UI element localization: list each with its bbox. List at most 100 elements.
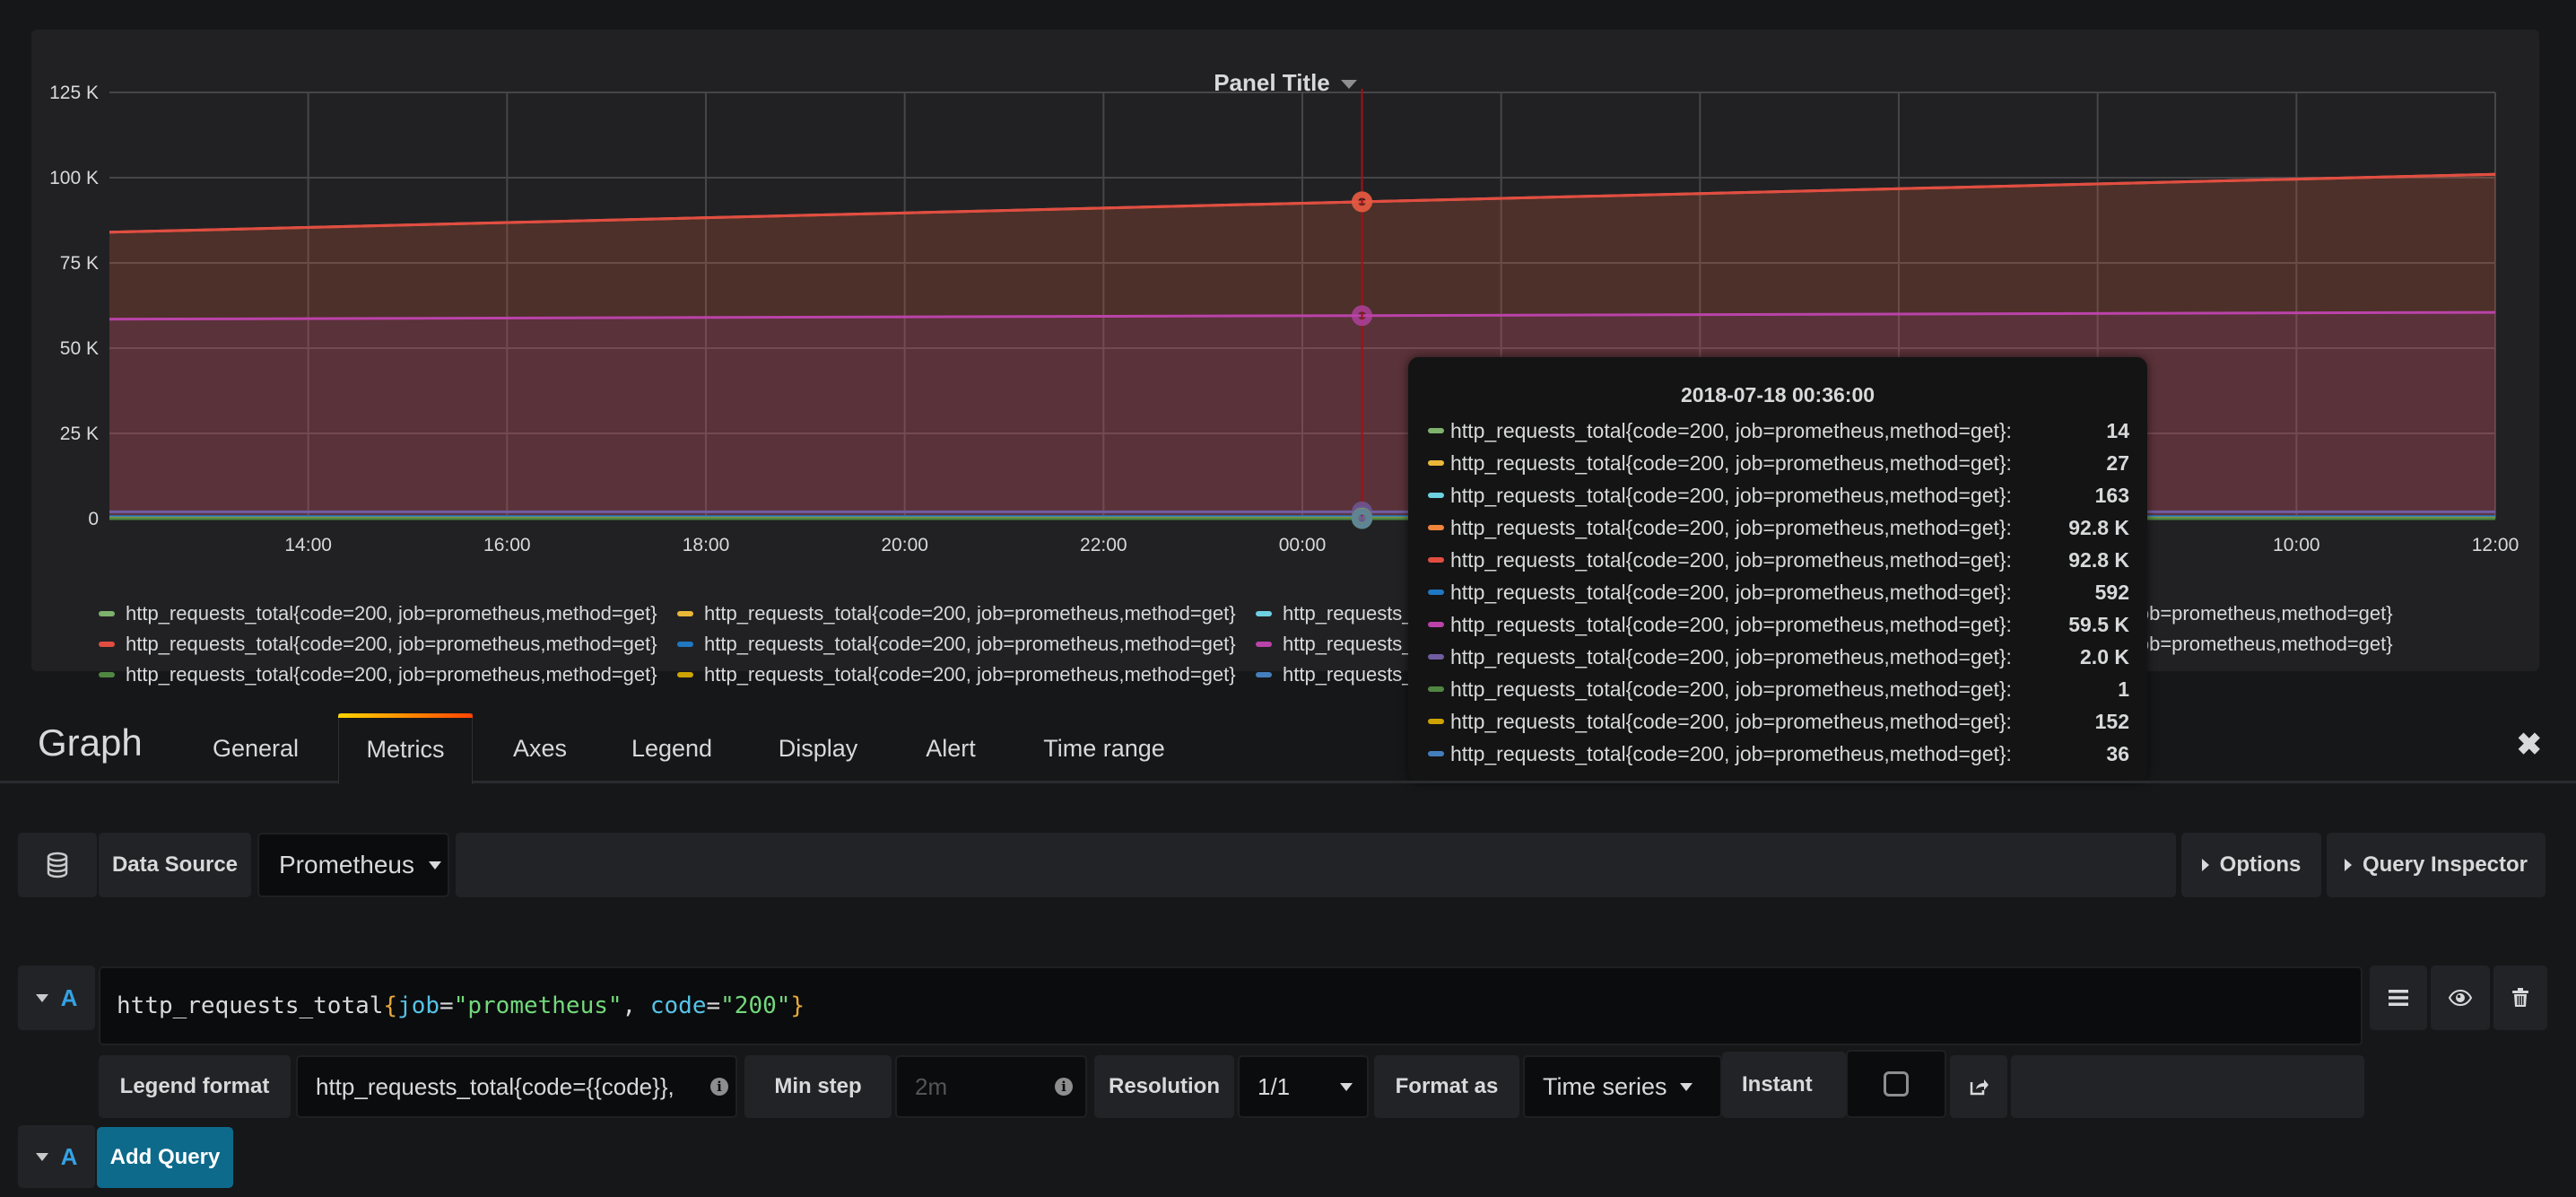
info-icon[interactable]: i: [1055, 1078, 1073, 1096]
datasource-label: Data Source: [99, 833, 251, 897]
query-collapse-toggle[interactable]: A: [18, 965, 95, 1030]
tooltip-row: http_requests_total{code=200, job=promet…: [1408, 479, 2147, 511]
tooltip-row: http_requests_total{code=200, job=promet…: [1408, 511, 2147, 544]
menu-icon[interactable]: [2370, 965, 2427, 1030]
tab-legend[interactable]: Legend: [626, 731, 718, 781]
format-as-value: Time series: [1543, 1072, 1667, 1100]
resolution-value: 1/1: [1258, 1072, 1291, 1100]
legend-label[interactable]: http_requests_total{code=200, job=promet…: [126, 663, 657, 686]
format-as-select[interactable]: Time series: [1523, 1055, 1722, 1118]
series-color-swatch[interactable]: [99, 672, 115, 677]
tooltip-series-value: 592: [2094, 580, 2129, 604]
graph-panel: Panel Title 0 25 K 50 K 75 K 100 K 125 K 14:00…: [31, 30, 2539, 686]
y-tick-label: 25 K: [60, 424, 99, 444]
y-tick-label: 50 K: [60, 338, 99, 359]
query-ref-id: A: [60, 983, 78, 1011]
chevron-down-icon: [428, 861, 441, 869]
legend-label[interactable]: http_requests_total{code=200, job=promet…: [704, 602, 1236, 625]
legend-item[interactable]: http_requests_total{code=200, job=promet…: [99, 598, 677, 629]
legend-item[interactable]: http_requests_total{code=200, job=promet…: [677, 629, 1256, 660]
y-tick-label: 100 K: [49, 168, 99, 188]
datasource-spacer: [456, 833, 2176, 897]
checkbox-icon[interactable]: [1884, 1071, 1909, 1097]
tab-time-range[interactable]: Time range: [1040, 731, 1168, 781]
series-color-swatch[interactable]: [99, 611, 115, 616]
tooltip-series-label: http_requests_total{code=200, job=promet…: [1450, 580, 2012, 604]
series-color-swatch: [1428, 622, 1444, 627]
series-color-swatch[interactable]: [677, 611, 693, 616]
tab-display[interactable]: Display: [773, 731, 863, 781]
legend-format-input[interactable]: http_requests_total{code={{code}}, i: [296, 1055, 737, 1118]
trash-icon[interactable]: [2493, 965, 2547, 1030]
legend-label[interactable]: http_requests_total{code=200, job=promet…: [704, 633, 1236, 656]
x-tick-label: 00:00: [1279, 535, 1327, 555]
series-color-swatch[interactable]: [1256, 611, 1272, 616]
x-tick-label: 12:00: [2472, 535, 2519, 555]
datasource-select[interactable]: Prometheus: [257, 833, 449, 897]
tooltip-row: http_requests_total{code=200, job=promet…: [1408, 673, 2147, 705]
series-color-swatch: [1428, 460, 1444, 466]
tooltip-row: http_requests_total{code=200, job=promet…: [1408, 447, 2147, 479]
legend-label[interactable]: http_requests_total{code=200, job=promet…: [126, 602, 657, 625]
options-toggle[interactable]: Options: [2181, 833, 2321, 897]
eye-icon[interactable]: [2431, 965, 2490, 1030]
tooltip-series-value: 92.8 K: [2068, 547, 2129, 572]
series-color-swatch[interactable]: [677, 672, 693, 677]
legend-item[interactable]: http_requests_total{code=200, job=promet…: [677, 660, 1256, 690]
tooltip-series-value: 1: [2118, 677, 2129, 701]
y-tick-label: 125 K: [49, 83, 99, 103]
query-input[interactable]: http_requests_total{job="prometheus", co…: [99, 966, 2363, 1045]
query-expression[interactable]: http_requests_total{job="prometheus", co…: [117, 992, 805, 1019]
add-query-button[interactable]: Add Query: [97, 1127, 233, 1188]
tab-metrics[interactable]: Metrics: [338, 713, 473, 784]
tooltip-series-label: http_requests_total{code=200, job=promet…: [1450, 418, 2012, 442]
chart-legend: http_requests_total{code=200, job=promet…: [99, 598, 2520, 690]
share-icon[interactable]: [1950, 1055, 2007, 1118]
series-color-swatch[interactable]: [1256, 642, 1272, 647]
tooltip-series-label: http_requests_total{code=200, job=promet…: [1450, 450, 2012, 475]
tooltip-row: http_requests_total{code=200, job=promet…: [1408, 641, 2147, 673]
legend-item[interactable]: http_requests_total{code=200, job=promet…: [99, 660, 677, 690]
datasource-value: Prometheus: [279, 851, 414, 878]
legend-item[interactable]: http_requests_total{code=200, job=promet…: [677, 598, 1256, 629]
add-query-collapse-toggle[interactable]: A: [18, 1125, 95, 1188]
tab-alert[interactable]: Alert: [919, 731, 982, 781]
close-icon[interactable]: ✖: [2517, 727, 2543, 763]
min-step-label: Min step: [744, 1055, 892, 1118]
series-color-swatch[interactable]: [1256, 672, 1272, 677]
tooltip-row: http_requests_total{code=200, job=promet…: [1408, 608, 2147, 641]
tooltip-series-value: 14: [2106, 418, 2129, 442]
legend-label[interactable]: http_requests_total{code=200, job=promet…: [704, 663, 1236, 686]
graph-chart[interactable]: 0 25 K 50 K 75 K 100 K 125 K 14:00 16:00 18:00 20…: [31, 30, 2539, 568]
series-color-swatch[interactable]: [677, 642, 693, 647]
x-tick-label: 20:00: [881, 535, 928, 555]
tooltip-series-value: 27: [2106, 450, 2129, 475]
resolution-select[interactable]: 1/1: [1238, 1055, 1369, 1118]
x-tick-label: 22:00: [1080, 535, 1127, 555]
info-icon[interactable]: i: [710, 1078, 728, 1096]
min-step-input[interactable]: 2m i: [895, 1055, 1087, 1118]
legend-format-value: http_requests_total{code={{code}},: [316, 1072, 674, 1100]
series-color-swatch[interactable]: [99, 642, 115, 647]
format-as-label: Format as: [1374, 1055, 1519, 1118]
chevron-down-icon: [35, 993, 48, 1002]
caret-right-icon: [2344, 859, 2352, 871]
series-color-swatch: [1428, 428, 1444, 433]
tooltip-row: http_requests_total{code=200, job=promet…: [1408, 544, 2147, 576]
instant-checkbox[interactable]: [1846, 1050, 1946, 1118]
database-icon: [18, 833, 97, 897]
tooltip-series-label: http_requests_total{code=200, job=promet…: [1450, 483, 2012, 507]
chevron-down-icon: [35, 1152, 48, 1161]
tooltip-time: 2018-07-18 00:36:00: [1680, 383, 1875, 406]
chevron-down-icon: [1340, 1082, 1353, 1091]
tooltip-series-label: http_requests_total{code=200, job=promet…: [1450, 644, 2012, 668]
legend-label[interactable]: http_requests_total{code=200, job=promet…: [126, 633, 657, 656]
tab-axes[interactable]: Axes: [502, 731, 578, 781]
editor-title: Graph: [38, 721, 143, 764]
series-color-swatch: [1428, 590, 1444, 595]
series-color-swatch: [1428, 557, 1444, 563]
query-inspector-toggle[interactable]: Query Inspector: [2327, 833, 2546, 897]
tab-general[interactable]: General: [202, 731, 309, 781]
legend-format-label: Legend format: [99, 1055, 291, 1118]
legend-item[interactable]: http_requests_total{code=200, job=promet…: [99, 629, 677, 660]
